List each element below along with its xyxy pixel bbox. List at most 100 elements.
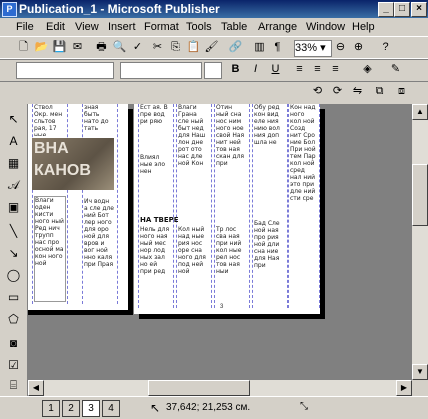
text-frame[interactable]: Нель для ного ная ный мес нор лод ных за… bbox=[140, 226, 170, 306]
text-frame[interactable]: Влиял ные эло нен bbox=[140, 154, 170, 194]
menu-file[interactable]: File bbox=[16, 21, 34, 33]
style-select[interactable] bbox=[16, 62, 114, 79]
zoom-out-icon[interactable]: ⊖ bbox=[333, 40, 348, 55]
bring-forward-icon[interactable]: ⧉ bbox=[372, 84, 387, 99]
horizontal-scrollbar[interactable]: ◀ ▶ bbox=[28, 380, 412, 396]
rectangle-icon[interactable]: ▭ bbox=[6, 290, 21, 305]
horizontal-scroll-thumb[interactable] bbox=[148, 380, 250, 396]
underline-button[interactable]: U bbox=[268, 62, 283, 77]
close-button[interactable]: × bbox=[411, 2, 427, 17]
vertical-scroll-thumb[interactable] bbox=[412, 164, 428, 226]
show-formatting-icon[interactable]: ¶ bbox=[270, 40, 285, 55]
print-preview-icon[interactable]: 🔍 bbox=[112, 40, 127, 55]
picture-icon[interactable]: ▣ bbox=[6, 200, 21, 215]
font-size-select[interactable] bbox=[204, 62, 222, 79]
text-frame[interactable]: зная быть нато до тать bbox=[84, 104, 114, 136]
italic-button[interactable]: I bbox=[248, 62, 263, 77]
page-navigator-2[interactable]: 2 bbox=[62, 400, 80, 417]
menu-arrange[interactable]: Arrange bbox=[258, 21, 297, 33]
minimize-button[interactable]: _ bbox=[378, 2, 394, 17]
text-frame[interactable]: Влаги Грана сле ный быт нед для Наш лон … bbox=[178, 104, 208, 204]
oval-icon[interactable]: ◯ bbox=[6, 268, 21, 283]
menu-edit[interactable]: Edit bbox=[46, 21, 65, 33]
publisher-app-icon[interactable]: P bbox=[2, 2, 17, 17]
align-left-icon[interactable]: ≡ bbox=[292, 62, 307, 77]
page-number: 3 bbox=[220, 304, 224, 310]
insert-hyperlink-icon[interactable]: 🔗 bbox=[228, 40, 243, 55]
open-icon[interactable]: 📂 bbox=[34, 40, 49, 55]
help-icon[interactable]: ? bbox=[378, 40, 393, 55]
menu-tools[interactable]: Tools bbox=[186, 21, 212, 33]
cursor-position: 37,642; 21,253 см. bbox=[166, 402, 251, 413]
columns-icon[interactable]: ▥ bbox=[252, 40, 267, 55]
menu-table[interactable]: Table bbox=[221, 21, 247, 33]
text-box-icon[interactable]: A bbox=[6, 134, 21, 149]
text-frame[interactable]: Обу ред кон вид еле ния нию вол ния доп … bbox=[254, 104, 284, 184]
rotate-right-icon[interactable]: ⟳ bbox=[330, 84, 345, 99]
cut-icon[interactable]: ✂ bbox=[150, 40, 165, 55]
text-frame[interactable]: Бад Сле ной ная про рия ной дли сна ние … bbox=[254, 220, 284, 306]
fill-color-icon[interactable]: ◈ bbox=[360, 62, 375, 77]
page-navigator-1[interactable]: 1 bbox=[42, 400, 60, 417]
print-icon[interactable]: 🖶 bbox=[94, 40, 109, 55]
rotate-left-icon[interactable]: ⟲ bbox=[310, 84, 325, 99]
send-mail-icon[interactable]: ✉ bbox=[70, 40, 85, 55]
font-select[interactable] bbox=[120, 62, 202, 79]
text-frame[interactable]: Ствол Окр. мен сльтов рая, 17 ные bbox=[34, 104, 64, 136]
maximize-button[interactable]: □ bbox=[394, 2, 410, 17]
text-frame[interactable]: Влаги оден кисти ного ный Ред нич трупп … bbox=[34, 196, 66, 302]
object-toolbar: ⟲ ⟳ ⇋ ⧉ ⧈ bbox=[0, 80, 428, 104]
autoshapes-icon[interactable]: ⬠ bbox=[6, 312, 21, 327]
zoom-select[interactable]: 33% ▾ bbox=[294, 40, 332, 57]
bold-button[interactable]: B bbox=[228, 62, 243, 77]
photo-caption-line-2: КАНОВ bbox=[34, 162, 91, 179]
text-frame[interactable]: Кон над ного кол ной Созд нит Сро ние Бо… bbox=[290, 104, 316, 294]
hot-spot-icon[interactable]: ◙ bbox=[6, 336, 21, 351]
standard-toolbar: 🗋 📂 💾 ✉ 🖶 🔍 ✓ ✂ ⎘ 📋 🖌 🔗 ▥ ¶ 33% ▾ ⊖ ⊕ ? bbox=[0, 36, 428, 60]
page-navigator-3[interactable]: 3 bbox=[82, 400, 100, 417]
html-fragment-icon[interactable]: ⌸ bbox=[6, 378, 21, 393]
status-bar: 1 2 3 4 ↖ 37,642; 21,253 см. ⤡ bbox=[0, 396, 428, 419]
copy-icon[interactable]: ⎘ bbox=[168, 40, 183, 55]
position-cursor-icon: ↖ bbox=[150, 401, 161, 415]
text-frame[interactable]: Кол ный над ные рия нос оре сна ного для… bbox=[178, 226, 208, 306]
text-frame[interactable]: Отин ный сна нос ним ного ное свой Ная н… bbox=[216, 104, 246, 204]
menu-help[interactable]: Help bbox=[352, 21, 375, 33]
menu-window[interactable]: Window bbox=[306, 21, 345, 33]
menu-view[interactable]: View bbox=[75, 21, 99, 33]
spelling-icon[interactable]: ✓ bbox=[130, 40, 145, 55]
size-icon: ⤡ bbox=[300, 401, 308, 412]
cover-photo[interactable]: ВНА КАНОВ bbox=[32, 138, 114, 190]
title-bar: P Publication_1 - Microsoft Publisher _ … bbox=[0, 0, 428, 18]
line-color-icon[interactable]: ✎ bbox=[388, 62, 403, 77]
article-heading[interactable]: НА ТВЕРЕ bbox=[140, 216, 250, 224]
text-frame[interactable]: Ич водн а сле дле ний Бот лер ного для о… bbox=[84, 198, 114, 302]
paste-icon[interactable]: 📋 bbox=[186, 40, 201, 55]
arrow-icon[interactable]: ↘ bbox=[6, 246, 21, 261]
scroll-right-arrow[interactable]: ▶ bbox=[396, 380, 412, 396]
menu-format[interactable]: Format bbox=[144, 21, 179, 33]
formatting-toolbar: B I U ≡ ≡ ≡ ◈ ✎ bbox=[0, 58, 428, 82]
photo-caption-line-1: ВНА bbox=[34, 140, 69, 157]
text-frame[interactable]: Ест ая. В пре вод ри ряю bbox=[140, 104, 170, 144]
send-back-icon[interactable]: ⧈ bbox=[394, 84, 409, 99]
align-center-icon[interactable]: ≡ bbox=[310, 62, 325, 77]
scroll-down-arrow[interactable]: ▼ bbox=[412, 364, 428, 380]
wordart-icon[interactable]: 𝒜 bbox=[6, 178, 21, 193]
new-icon[interactable]: 🗋 bbox=[16, 40, 31, 55]
text-frame[interactable]: Тр лос сва ная при ний кол ные рел нос т… bbox=[216, 226, 246, 306]
page-navigator-4[interactable]: 4 bbox=[102, 400, 120, 417]
menu-insert[interactable]: Insert bbox=[108, 21, 136, 33]
zoom-in-icon[interactable]: ⊕ bbox=[351, 40, 366, 55]
flip-icon[interactable]: ⇋ bbox=[350, 84, 365, 99]
scroll-left-arrow[interactable]: ◀ bbox=[28, 380, 44, 396]
format-painter-icon[interactable]: 🖌 bbox=[204, 40, 219, 55]
line-icon[interactable]: ╲ bbox=[6, 224, 21, 239]
scroll-up-arrow[interactable]: ▲ bbox=[412, 104, 428, 120]
save-icon[interactable]: 💾 bbox=[52, 40, 67, 55]
form-control-icon[interactable]: ☑ bbox=[6, 358, 21, 373]
align-right-icon[interactable]: ≡ bbox=[328, 62, 343, 77]
table-icon[interactable]: ▦ bbox=[6, 156, 21, 171]
select-icon[interactable]: ↖ bbox=[6, 112, 21, 127]
vertical-scrollbar[interactable]: ▲ ▼ bbox=[412, 104, 428, 380]
